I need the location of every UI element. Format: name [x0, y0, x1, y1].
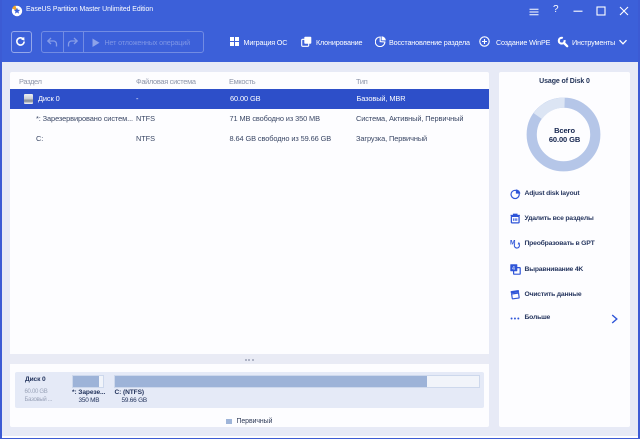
svg-text:M: M	[510, 239, 516, 246]
